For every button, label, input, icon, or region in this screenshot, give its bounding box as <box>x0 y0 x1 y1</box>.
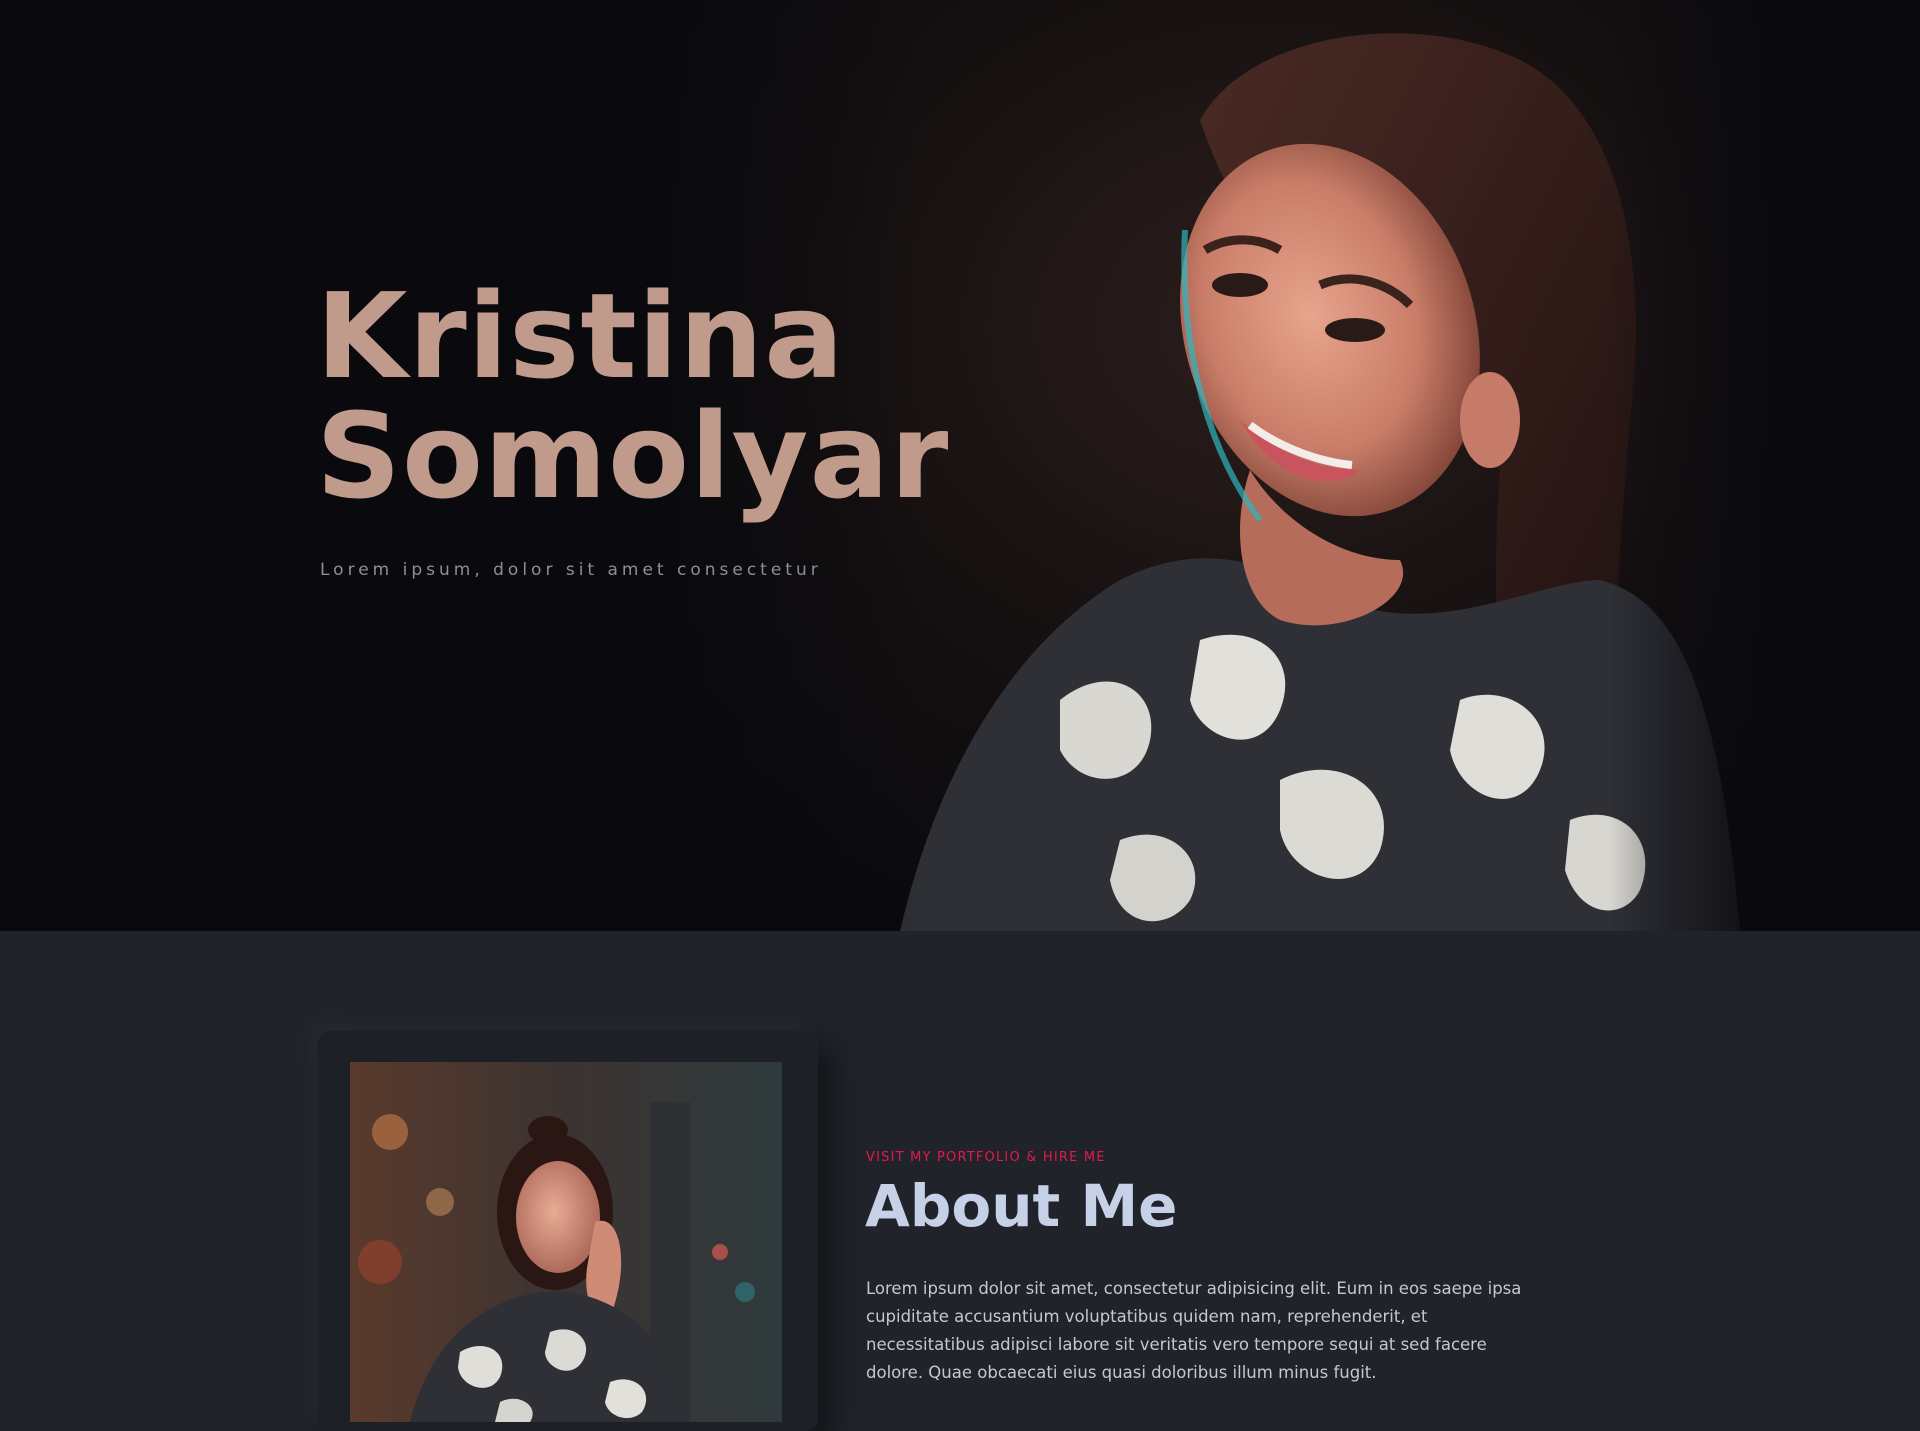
hero-tagline: Lorem ipsum, dolor sit amet consectetur <box>320 560 822 580</box>
about-section: VISIT MY PORTFOLIO & HIRE ME About Me Lo… <box>0 931 1920 1431</box>
hero-name-first: Kristina <box>316 267 845 405</box>
about-portrait-image <box>350 1062 782 1422</box>
about-photo-card <box>318 1031 818 1431</box>
hero-section: Kristina Somolyar Lorem ipsum, dolor sit… <box>0 0 1920 931</box>
about-title: About Me <box>865 1172 1178 1240</box>
about-description: Lorem ipsum dolor sit amet, consectetur … <box>866 1279 1522 1382</box>
hero-name: Kristina Somolyar <box>316 276 949 516</box>
hero-name-last: Somolyar <box>316 387 950 525</box>
about-eyebrow: VISIT MY PORTFOLIO & HIRE ME <box>866 1150 1106 1165</box>
